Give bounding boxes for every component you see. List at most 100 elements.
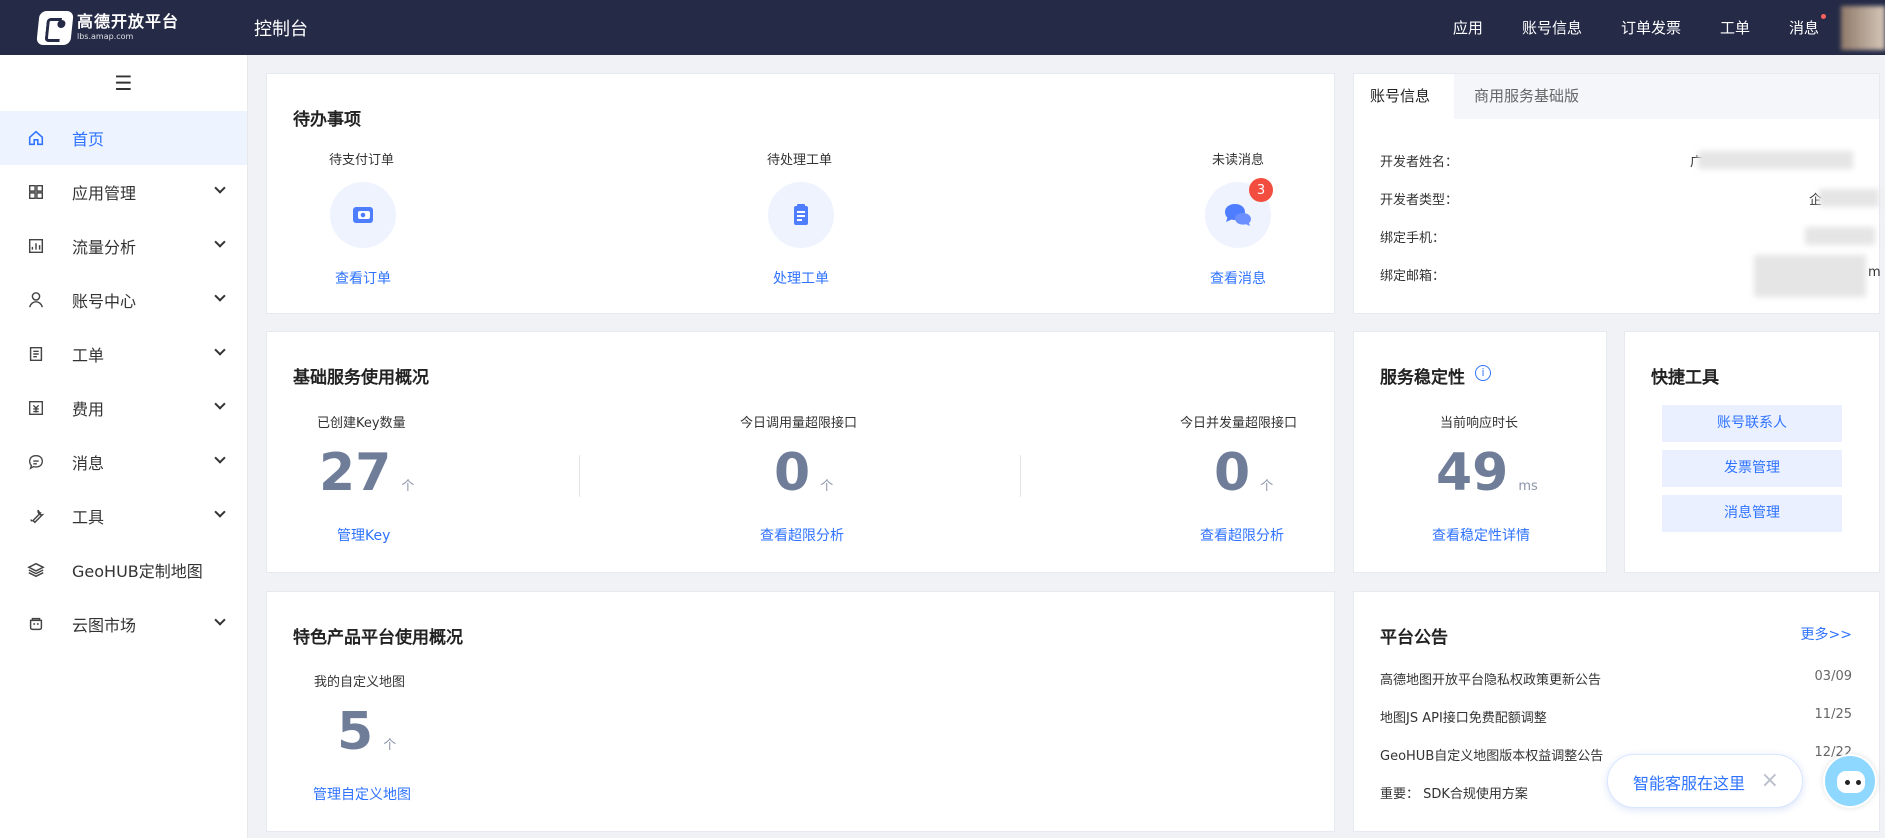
message-management-button[interactable]: 消息管理	[1662, 495, 1842, 532]
sidebar-item-geohub-custom-map[interactable]: GeoHUB定制地图	[0, 543, 247, 597]
home-icon	[27, 129, 45, 147]
sidebar-item-tools[interactable]: 工具	[0, 489, 247, 543]
notice-text: 重要： SDK合规使用方案	[1380, 787, 1528, 802]
chevron-down-icon[interactable]	[214, 290, 226, 302]
custom-map-count-value: 5	[337, 702, 374, 762]
quick-tools-card: 快捷工具 账号联系人 发票管理 消息管理	[1624, 331, 1880, 573]
menu-toggle-icon[interactable]: ☰	[0, 55, 247, 111]
top-navigation-bar: 高德开放平台 lbs.amap.com 控制台 应用 账号信息 订单发票 工单 …	[0, 0, 1885, 55]
cloud-icon	[27, 615, 45, 633]
service-stability-card: 服务稳定性 i 当前响应时长 49 ms 查看稳定性详情	[1353, 331, 1607, 573]
sidebar-item-messages[interactable]: 消息	[0, 435, 247, 489]
ticket-icon	[27, 345, 45, 363]
sidebar-item-label: 工单	[72, 346, 105, 365]
clipboard-icon	[794, 204, 808, 225]
process-ticket-link[interactable]: 处理工单	[773, 268, 829, 288]
info-icon[interactable]: i	[1475, 365, 1491, 381]
todo-title: 待办事项	[293, 110, 361, 130]
sidebar-item-cloud-map-market[interactable]: 云图市场	[0, 597, 247, 651]
order-icon-circle[interactable]	[330, 182, 396, 248]
view-orders-link[interactable]: 查看订单	[335, 268, 391, 288]
close-icon[interactable]: ×	[1761, 768, 1779, 793]
user-avatar[interactable]	[1841, 6, 1885, 50]
amap-logo[interactable]: 高德开放平台 lbs.amap.com	[36, 10, 188, 45]
view-stability-details-link[interactable]: 查看稳定性详情	[1432, 525, 1530, 545]
sidebar-item-label: 费用	[72, 400, 105, 419]
bound-phone-row: 绑定手机：	[1380, 227, 1875, 247]
logo-text: 高德开放平台 lbs.amap.com	[77, 14, 179, 41]
notice-text: 地图JS API接口免费配额调整	[1380, 711, 1547, 726]
redacted-email	[1754, 255, 1866, 297]
customer-service-bot-icon[interactable]	[1823, 754, 1877, 808]
ticket-icon-circle[interactable]	[768, 182, 834, 248]
console-title[interactable]: 控制台	[254, 15, 308, 41]
developer-type-label: 开发者类型：	[1380, 193, 1459, 208]
manage-custom-map-link[interactable]: 管理自定义地图	[313, 784, 411, 804]
bot-eye-icon	[1845, 780, 1850, 785]
service-stability-title: 服务稳定性	[1380, 368, 1465, 388]
view-call-limit-analysis-link[interactable]: 查看超限分析	[760, 525, 844, 545]
message-icon	[27, 453, 45, 471]
chevron-down-icon[interactable]	[214, 506, 226, 518]
top-nav-invoices[interactable]: 订单发票	[1621, 17, 1681, 38]
developer-type-row: 开发者类型： 企	[1380, 189, 1879, 209]
sidebar-item-tickets[interactable]: 工单	[0, 327, 247, 381]
unread-message-label: 未读消息	[1212, 153, 1265, 168]
top-nav-apps[interactable]: 应用	[1453, 17, 1483, 38]
top-nav-tickets[interactable]: 工单	[1720, 17, 1750, 38]
chevron-down-icon[interactable]	[214, 236, 226, 248]
top-nav-account[interactable]: 账号信息	[1522, 17, 1582, 38]
message-icon-circle[interactable]: 3	[1205, 178, 1273, 248]
sidebar-item-label: GeoHUB定制地图	[72, 562, 203, 581]
sidebar-item-label: 消息	[72, 454, 105, 473]
developer-name-row: 开发者姓名： 广	[1380, 151, 1860, 171]
pending-ticket-label: 待处理工单	[767, 153, 833, 168]
sidebar-item-traffic-analysis[interactable]: 流量分析	[0, 219, 247, 273]
unread-message-badge: 3	[1249, 178, 1273, 202]
chevron-down-icon[interactable]	[214, 614, 226, 626]
chevron-down-icon[interactable]	[214, 344, 226, 356]
top-nav-messages[interactable]: 消息	[1789, 14, 1827, 38]
smart-customer-service-chat[interactable]: 智能客服在这里 ×	[1607, 754, 1803, 808]
layers-icon	[27, 561, 45, 579]
account-contact-button[interactable]: 账号联系人	[1662, 405, 1842, 442]
featured-products-card: 特色产品平台使用概况 我的自定义地图 5个 管理自定义地图	[266, 591, 1335, 832]
chevron-down-icon[interactable]	[214, 182, 226, 194]
invoice-management-button[interactable]: 发票管理	[1662, 450, 1842, 487]
manage-key-link[interactable]: 管理Key	[337, 525, 390, 545]
daily-call-limit-count: 0个	[774, 447, 833, 499]
custom-map-count: 5个	[337, 706, 396, 758]
todo-card: 待办事项 待支付订单 查看订单 待处理工单 处理工单 未读消息 3 查看消息	[266, 73, 1335, 314]
notice-row[interactable]: 地图JS API接口免费配额调整 11/25	[1380, 707, 1852, 727]
current-response-time: 49 ms	[1436, 447, 1538, 499]
created-key-count: 27 个	[319, 447, 414, 499]
quick-tools-title: 快捷工具	[1651, 368, 1719, 388]
chevron-down-icon[interactable]	[214, 398, 226, 410]
more-notices-link[interactable]: 更多>>	[1801, 624, 1852, 644]
created-key-count-unit: 个	[401, 479, 415, 494]
tab-commercial-basic[interactable]: 商用服务基础版	[1474, 74, 1579, 119]
sidebar-item-account-center[interactable]: 账号中心	[0, 273, 247, 327]
sidebar-item-app-management[interactable]: 应用管理	[0, 165, 247, 219]
tab-account-info[interactable]: 账号信息	[1354, 74, 1454, 119]
current-response-time-label: 当前响应时长	[1440, 416, 1519, 431]
notice-date: 03/09	[1814, 669, 1852, 684]
view-messages-link[interactable]: 查看消息	[1210, 268, 1266, 288]
redacted-phone	[1805, 227, 1875, 245]
sidebar-item-home[interactable]: 首页	[0, 111, 247, 165]
my-custom-map-label: 我的自定义地图	[314, 675, 406, 690]
sidebar-item-billing[interactable]: 费用	[0, 381, 247, 435]
chat-prompt: 智能客服在这里	[1633, 774, 1746, 793]
sidebar-item-label: 首页	[72, 130, 105, 149]
notice-date: 11/25	[1814, 707, 1852, 722]
apps-icon	[27, 183, 45, 201]
chevron-down-icon[interactable]	[214, 452, 226, 464]
billing-icon	[27, 399, 45, 417]
daily-call-limit-unit: 个	[820, 479, 834, 494]
view-concurrency-limit-analysis-link[interactable]: 查看超限分析	[1200, 525, 1284, 545]
current-response-time-unit: ms	[1518, 479, 1538, 494]
concurrency-limit-value: 0	[1214, 443, 1251, 503]
bound-email-label: 绑定邮箱：	[1380, 269, 1446, 284]
amap-logo-icon	[36, 10, 74, 45]
notice-row[interactable]: 高德地图开放平台隐私权政策更新公告 03/09	[1380, 669, 1852, 689]
